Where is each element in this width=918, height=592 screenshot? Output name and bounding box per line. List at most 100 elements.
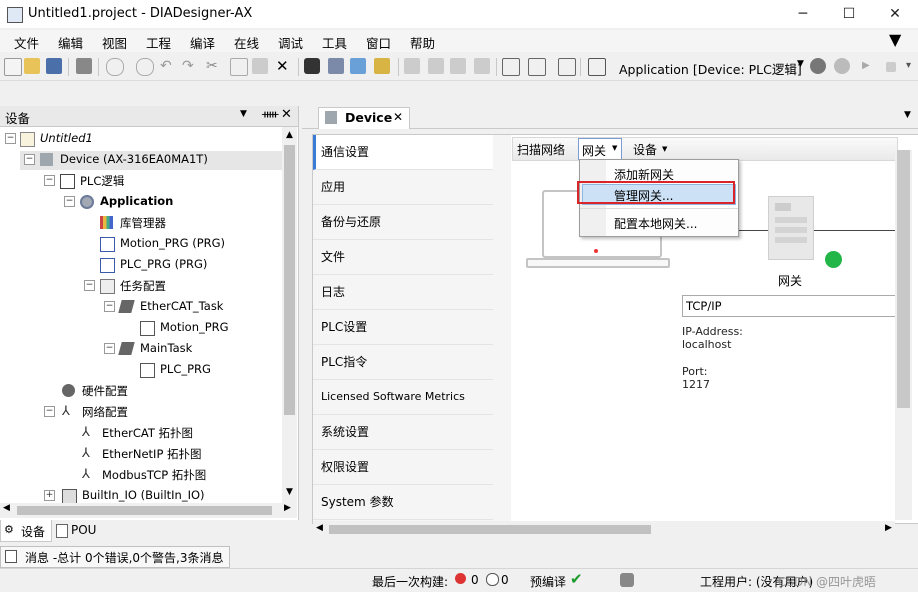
- panel-menu-icon[interactable]: ▼: [240, 109, 247, 119]
- bookmark-next-icon[interactable]: [450, 58, 466, 74]
- tree-item-builtin-io[interactable]: BuiltIn_IO (BuiltIn_IO): [82, 488, 205, 502]
- menu-help[interactable]: 帮助: [410, 33, 435, 52]
- build-icon[interactable]: [350, 58, 366, 74]
- tree-item-hardware-config[interactable]: 硬件配置: [82, 383, 128, 399]
- paste-icon[interactable]: [252, 58, 268, 74]
- nav-system-params[interactable]: System 参数: [313, 485, 493, 520]
- menu-file[interactable]: 文件: [14, 33, 39, 52]
- device-menu-button[interactable]: 设备: [633, 141, 657, 158]
- tab-device[interactable]: Device ✕: [318, 107, 410, 129]
- tree-item-ethercat-topology[interactable]: EtherCAT 拓扑图: [102, 425, 193, 441]
- nav-log[interactable]: 日志: [313, 275, 493, 310]
- nav-permissions[interactable]: 权限设置: [313, 450, 493, 485]
- new-icon[interactable]: [4, 58, 22, 76]
- messages-tab[interactable]: 消息 -总计 0个错误,0个警告,3条消息: [0, 546, 230, 568]
- print-icon[interactable]: [76, 58, 92, 74]
- tree-item-motion-prg-call[interactable]: Motion_PRG: [160, 320, 229, 334]
- tree-item-plc-logic[interactable]: PLC逻辑: [80, 173, 124, 189]
- tree-item-device[interactable]: Device (AX-316EA0MA1T): [60, 152, 208, 166]
- grid-icon[interactable]: [588, 58, 606, 76]
- redo-icon[interactable]: ↷: [182, 58, 198, 74]
- collapse-toggle[interactable]: −: [44, 175, 55, 186]
- gateway-menu-button[interactable]: 网关 ▼: [578, 138, 622, 160]
- login-icon[interactable]: [810, 58, 826, 74]
- bookmark-icon[interactable]: [404, 58, 420, 74]
- popup-icon[interactable]: [558, 58, 576, 76]
- tree-vertical-scrollbar[interactable]: ▲ ▼: [282, 127, 297, 503]
- expand-toggle[interactable]: +: [44, 490, 55, 501]
- cut-icon[interactable]: ✂: [206, 58, 222, 74]
- collapse-toggle[interactable]: −: [84, 280, 95, 291]
- nav-plc-commands[interactable]: PLC指令: [313, 345, 493, 380]
- open-icon[interactable]: [24, 58, 40, 74]
- collapse-toggle[interactable]: −: [64, 196, 75, 207]
- copy-icon[interactable]: [230, 58, 248, 76]
- nav-communication-settings[interactable]: 通信设置: [313, 135, 493, 170]
- tab-pou[interactable]: POU: [52, 520, 102, 541]
- protocol-field[interactable]: TCP/IP: [682, 295, 897, 317]
- logout-icon[interactable]: [834, 58, 850, 74]
- back-icon[interactable]: [106, 58, 124, 76]
- nav-licensed-software-metrics[interactable]: Licensed Software Metrics: [313, 380, 493, 415]
- undo-icon[interactable]: ↶: [160, 58, 176, 74]
- rebuild-icon[interactable]: [374, 58, 390, 74]
- tree-item-motion-prg[interactable]: Motion_PRG (PRG): [120, 236, 225, 250]
- scan-network-button[interactable]: 扫描网络: [517, 141, 565, 158]
- collapse-toggle[interactable]: −: [5, 133, 16, 144]
- nav-application[interactable]: 应用: [313, 170, 493, 205]
- menu-view[interactable]: 视图: [102, 33, 127, 52]
- minimize-button[interactable]: ─: [780, 0, 826, 28]
- tree-item-application[interactable]: Application: [100, 194, 173, 208]
- stop-icon[interactable]: [886, 62, 896, 72]
- nav-backup-restore[interactable]: 备份与还原: [313, 205, 493, 240]
- tree-item-project[interactable]: Untitled1: [40, 131, 93, 145]
- tree-item-library-manager[interactable]: 库管理器: [120, 215, 166, 231]
- tree-horizontal-scrollbar[interactable]: ◀ ▶: [0, 503, 297, 518]
- menu-window[interactable]: 窗口: [366, 33, 391, 52]
- maximize-button[interactable]: ☐: [826, 0, 872, 28]
- menu-project[interactable]: 工程: [146, 33, 171, 52]
- menu-online[interactable]: 在线: [234, 33, 259, 52]
- collapse-toggle[interactable]: −: [104, 343, 115, 354]
- delete-icon[interactable]: ✕: [276, 58, 292, 74]
- tab-devices[interactable]: ⚙ 设备: [0, 520, 52, 542]
- collapse-toggle[interactable]: −: [44, 406, 55, 417]
- find-icon[interactable]: [304, 58, 320, 74]
- filter-icon[interactable]: ▼: [889, 30, 901, 49]
- bookmark-clear-icon[interactable]: [474, 58, 490, 74]
- tab-list-icon[interactable]: ▼: [904, 110, 911, 120]
- tree-item-ethercat-task[interactable]: EtherCAT_Task: [140, 299, 223, 313]
- forward-icon[interactable]: [136, 58, 154, 76]
- run-icon[interactable]: ▶: [862, 58, 878, 74]
- chevron-down-icon[interactable]: ▼: [797, 59, 804, 69]
- tab-close-icon[interactable]: ✕: [393, 110, 403, 124]
- tree-item-ethernetip-topology[interactable]: EtherNetIP 拓扑图: [102, 446, 202, 462]
- editor-vertical-scrollbar[interactable]: [895, 150, 912, 520]
- tree-item-plc-prg-call[interactable]: PLC_PRG: [160, 362, 211, 376]
- nav-system-settings[interactable]: 系统设置: [313, 415, 493, 450]
- tree-item-network-config[interactable]: 网络配置: [82, 404, 128, 420]
- tree-item-task-config[interactable]: 任务配置: [120, 278, 166, 294]
- configure-local-gateway-item[interactable]: 配置本地网关...: [614, 215, 697, 232]
- menu-debug[interactable]: 调试: [278, 33, 303, 52]
- window-icon[interactable]: [502, 58, 520, 76]
- tree-item-plc-prg[interactable]: PLC_PRG (PRG): [120, 257, 207, 271]
- nav-files[interactable]: 文件: [313, 240, 493, 275]
- overflow-icon[interactable]: ▾: [906, 58, 918, 74]
- replace-icon[interactable]: [328, 58, 344, 74]
- collapse-toggle[interactable]: −: [104, 301, 115, 312]
- editor-horizontal-scrollbar[interactable]: ◀ ▶: [313, 521, 895, 538]
- menu-edit[interactable]: 编辑: [58, 33, 83, 52]
- tree-item-main-task[interactable]: MainTask: [140, 341, 192, 355]
- tree-item-modbustcp-topology[interactable]: ModbusTCP 拓扑图: [102, 467, 206, 483]
- save-icon[interactable]: [46, 58, 62, 74]
- menu-tools[interactable]: 工具: [322, 33, 347, 52]
- pin-icon[interactable]: ᚔ: [262, 107, 278, 121]
- bookmark-prev-icon[interactable]: [428, 58, 444, 74]
- collapse-toggle[interactable]: −: [24, 154, 35, 165]
- layout-icon[interactable]: [528, 58, 546, 76]
- close-button[interactable]: ✕: [872, 0, 918, 28]
- menu-build[interactable]: 编译: [190, 33, 215, 52]
- application-selector[interactable]: Application [Device: PLC逻辑]: [619, 59, 802, 78]
- panel-close-icon[interactable]: ✕: [281, 107, 292, 122]
